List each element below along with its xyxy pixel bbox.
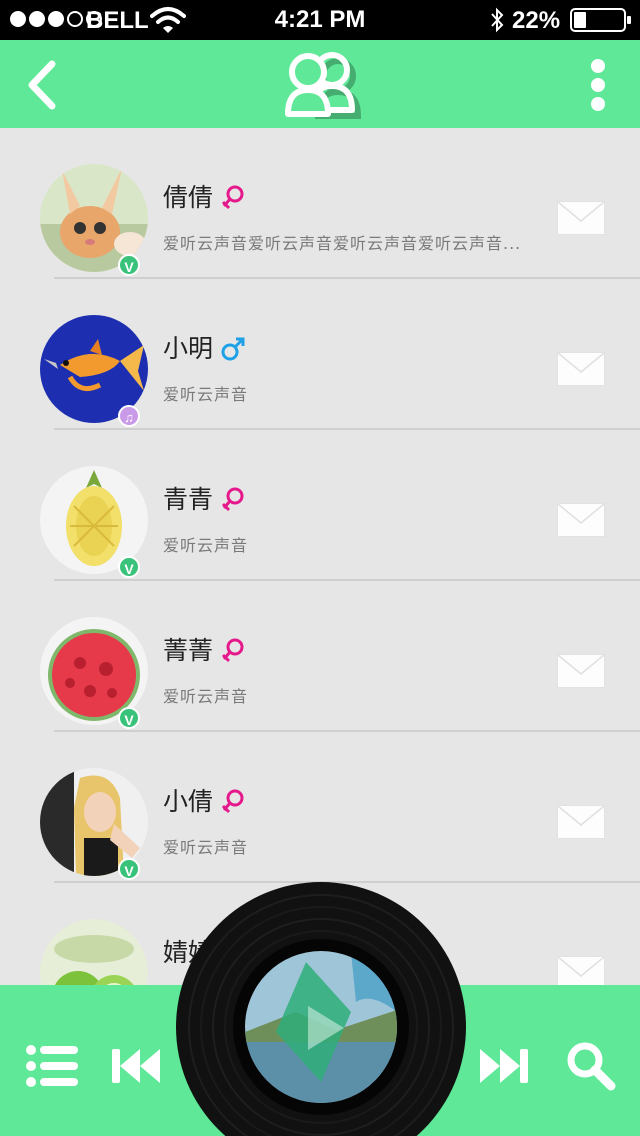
vinyl-play-button[interactable]	[176, 882, 466, 1136]
contact-description: 爱听云声音	[163, 687, 249, 706]
mail-icon[interactable]	[557, 503, 605, 537]
female-icon	[221, 185, 244, 210]
status-bar: BELL 4:21 PM 22%	[0, 0, 640, 40]
female-icon	[221, 487, 244, 512]
list-item[interactable]: V 倩倩 爱听云声音爱听云声音爱听云声音爱听云声音...	[0, 128, 640, 279]
friends-icon	[285, 52, 362, 119]
contact-description: 爱听云声音	[163, 385, 249, 404]
bluetooth-icon	[491, 7, 504, 33]
verified-badge: V	[118, 707, 140, 729]
more-vertical-icon[interactable]	[584, 58, 612, 112]
mail-icon[interactable]	[557, 201, 605, 235]
mail-icon[interactable]	[557, 654, 605, 688]
contact-name: 倩倩	[163, 183, 214, 212]
battery-percentage: 22%	[512, 7, 561, 34]
verified-badge: V	[118, 858, 140, 880]
playlist-icon[interactable]	[26, 1045, 78, 1087]
female-icon	[221, 638, 244, 663]
mail-icon[interactable]	[557, 352, 605, 386]
list-item[interactable]: ♫ 小明 爱听云声音	[0, 279, 640, 430]
vinyl-record-icon	[176, 882, 466, 1136]
battery-icon	[570, 8, 631, 32]
female-icon	[221, 789, 244, 814]
next-track-icon[interactable]	[480, 1047, 528, 1085]
contact-name: 小倩	[163, 787, 214, 816]
contact-description: 爱听云声音	[163, 838, 249, 857]
contact-name: 青青	[163, 485, 214, 514]
previous-track-icon[interactable]	[112, 1047, 160, 1085]
contact-description: 爱听云声音	[163, 536, 249, 555]
contact-description: 爱听云声音爱听云声音爱听云声音爱听云声音...	[163, 234, 522, 253]
contact-name: 小明	[163, 334, 214, 363]
music-badge: ♫	[118, 405, 140, 427]
page: BELL 4:21 PM 22% V 倩倩 爱听云声音爱听云声音爱听云声音爱听云…	[0, 0, 640, 1136]
list-item[interactable]: V 小倩 爱听云声音	[0, 732, 640, 883]
back-chevron-icon[interactable]	[22, 58, 62, 112]
mail-icon[interactable]	[557, 805, 605, 839]
contact-list: V 倩倩 爱听云声音爱听云声音爱听云声音爱听云声音... ♫ 小明 爱听云声音 …	[0, 128, 640, 988]
avatar	[40, 919, 148, 988]
contact-name: 菁菁	[163, 636, 214, 665]
list-item[interactable]: V 菁菁 爱听云声音	[0, 581, 640, 732]
verified-badge: V	[118, 254, 140, 276]
search-icon[interactable]	[566, 1041, 616, 1091]
verified-badge: V	[118, 556, 140, 578]
male-icon	[221, 337, 245, 361]
list-item[interactable]: V 青青 爱听云声音	[0, 430, 640, 581]
nav-bar	[0, 40, 640, 128]
mail-icon[interactable]	[557, 956, 605, 988]
